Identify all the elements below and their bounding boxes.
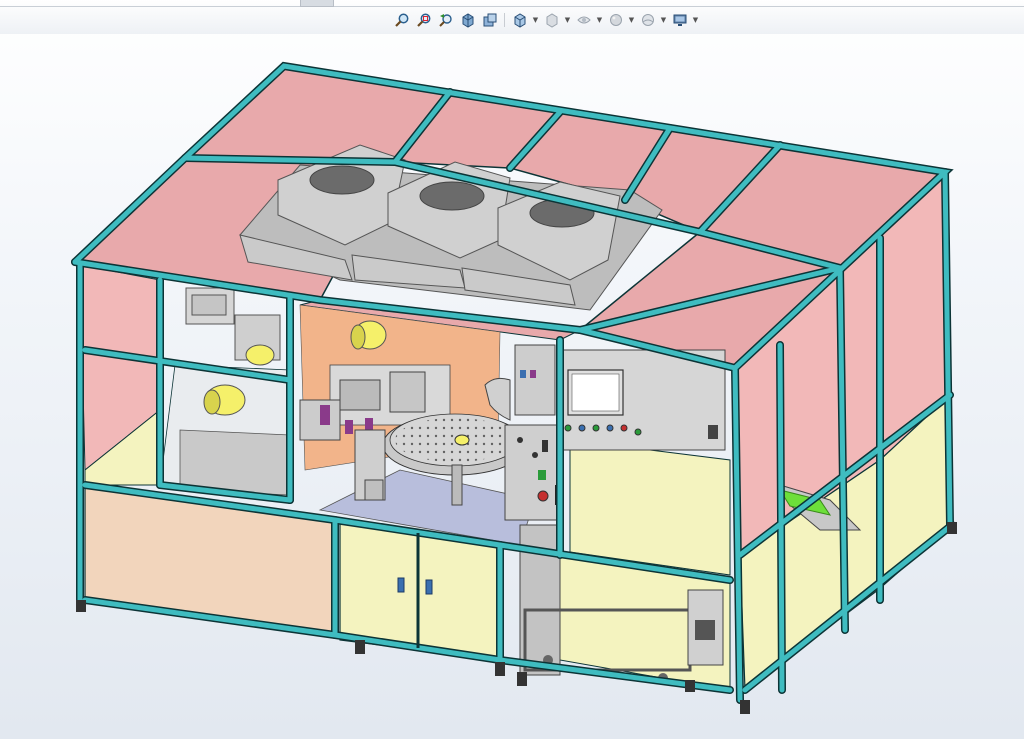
zoom-to-fit-icon[interactable] bbox=[392, 11, 411, 30]
chevron-down-icon[interactable]: ▼ bbox=[628, 11, 635, 30]
view-orientation-icon[interactable] bbox=[510, 11, 529, 30]
hide-show-items-icon[interactable] bbox=[574, 11, 593, 30]
view-settings-icon[interactable] bbox=[670, 11, 689, 30]
chevron-down-icon[interactable]: ▼ bbox=[532, 11, 539, 30]
panel-resize-tab[interactable] bbox=[300, 0, 334, 7]
chevron-down-icon[interactable]: ▼ bbox=[564, 11, 571, 30]
previous-view-icon[interactable] bbox=[436, 11, 455, 30]
toolbar-divider bbox=[0, 6, 1024, 7]
chevron-down-icon[interactable]: ▼ bbox=[692, 11, 699, 30]
display-style-icon[interactable] bbox=[542, 11, 561, 30]
apply-scene-icon[interactable] bbox=[638, 11, 657, 30]
zoom-to-area-icon[interactable] bbox=[414, 11, 433, 30]
assembly-model[interactable] bbox=[0, 34, 1024, 739]
heads-up-view-toolbar: ▼ ▼ ▼ ▼ ▼ ▼ bbox=[0, 0, 1024, 34]
dynamic-annotation-icon[interactable] bbox=[480, 11, 499, 30]
model-viewport[interactable] bbox=[0, 34, 1024, 739]
toolbar-separator bbox=[504, 13, 505, 27]
edit-appearance-icon[interactable] bbox=[606, 11, 625, 30]
chevron-down-icon[interactable]: ▼ bbox=[596, 11, 603, 30]
heads-up-toolbar: ▼ ▼ ▼ ▼ ▼ ▼ bbox=[392, 10, 699, 30]
chevron-down-icon[interactable]: ▼ bbox=[660, 11, 667, 30]
section-view-icon[interactable] bbox=[458, 11, 477, 30]
